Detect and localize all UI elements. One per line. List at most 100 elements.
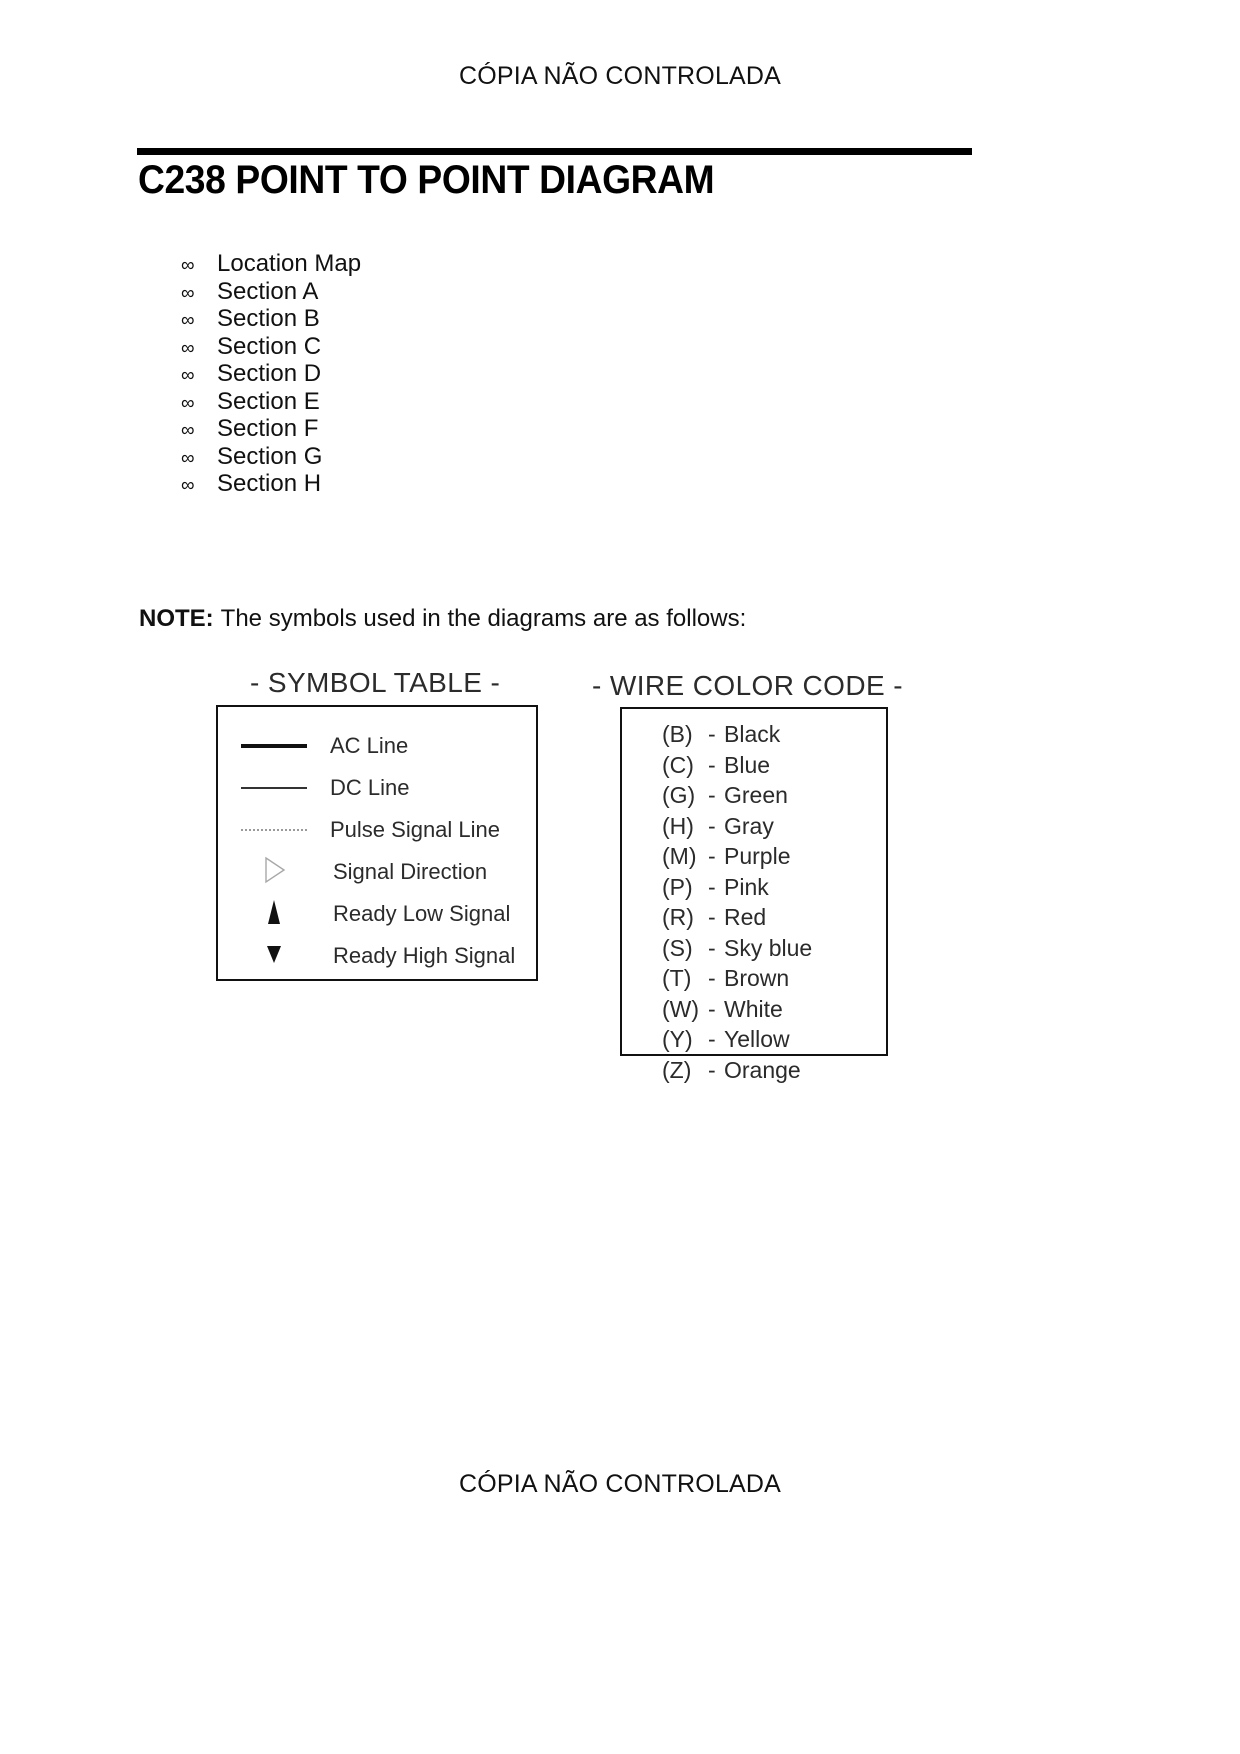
wire-color-dash: - [708,904,716,930]
wire-color-name: Pink [724,873,769,900]
symbol-table-row: Ready High Signal [218,935,536,977]
section-list-item-label: Section G [217,442,323,470]
symbol-table-row: Signal Direction [218,851,536,893]
infinity-bullet-icon: ∞ [181,310,195,331]
wire-color-letter-code: (Y) [662,1026,693,1052]
symbol-table-row-label: Ready High Signal [333,943,516,968]
signal-direction-icon [262,856,286,889]
pulse-signal-line-icon [241,829,307,831]
wire-color-code-row: (G) - Green [662,782,812,813]
wire-color-name: Black [724,721,781,747]
note-line: NOTE: The symbols used in the diagrams ar… [139,605,746,633]
section-list-item-label: Location Map [217,250,362,277]
section-list-item[interactable]: ∞ Section F [181,415,361,443]
infinity-bullet-icon: ∞ [181,420,195,441]
section-list-item[interactable]: ∞ Section B [181,305,361,333]
symbol-glyph-cell [218,899,330,930]
wire-color-code-row: (C) - Blue [662,752,812,783]
section-list-item[interactable]: ∞ Section D [181,360,361,388]
wire-color-dash: - [708,721,716,747]
wire-color-name: Green [724,782,788,808]
page-header-watermark: CÓPIA NÃO CONTROLADA [458,62,782,90]
symbol-table-row-label: Pulse Signal Line [330,817,501,842]
page-title: C238 POINT TO POINT DIAGRAM [138,158,715,202]
symbol-table-row-label: Signal Direction [333,859,488,884]
section-list-item-label: Section F [217,415,319,442]
wire-color-code-row: (T) - Brown [662,965,812,996]
wire-color-name: Blue [724,751,771,778]
wire-color-code-row: (W) - White [662,996,812,1027]
section-list-item-label: Section H [217,470,322,497]
ac-line-icon [241,744,307,748]
page-footer-watermark: CÓPIA NÃO CONTROLADA [458,1470,782,1498]
wire-color-letter-code: (Z) [662,1056,692,1083]
note-text: The symbols used in the diagrams are as … [220,605,747,632]
wire-color-dash: - [708,812,716,839]
infinity-bullet-icon: ∞ [181,447,195,469]
ready-high-signal-icon [264,943,284,970]
section-list-item[interactable]: ∞ Section C [181,333,361,361]
wire-color-letter-code: (R) [662,904,694,930]
symbol-table-row: DC Line [218,767,536,809]
dc-line-icon [241,787,307,789]
wire-color-name: White [724,995,783,1022]
wire-color-dash: - [708,965,716,991]
wire-color-letter-code: (C) [662,751,694,778]
wire-color-code-row: (Z) - Orange [662,1057,812,1088]
wire-color-letter-code: (S) [662,934,693,961]
infinity-bullet-icon: ∞ [181,392,195,414]
wire-color-name: Gray [724,812,774,839]
wire-color-dash: - [708,751,716,778]
wire-color-letter-code: (B) [662,721,693,747]
section-list-item[interactable]: ∞ Section A [181,278,361,306]
section-list-item-label: Section D [217,360,322,387]
wire-color-code-row: (S) - Sky blue [662,935,812,966]
wire-color-letter-code: (G) [662,782,696,808]
symbol-table-heading: - SYMBOL TABLE - [250,667,501,698]
symbol-table-row-label: Ready Low Signal [333,901,511,926]
ready-low-signal-icon [265,899,283,930]
document-page: CÓPIA NÃO CONTROLADA C238 POINT TO POINT… [0,0,1240,1754]
wire-color-dash: - [708,843,716,869]
wire-color-name: Red [724,904,767,930]
section-list-item[interactable]: ∞ Section H [181,470,361,498]
symbol-table-row: Pulse Signal Line [218,809,536,851]
wire-color-name: Yellow [724,1026,790,1052]
wire-color-name: Sky blue [724,934,813,961]
symbol-glyph-cell [218,787,330,789]
wire-color-dash: - [708,782,716,808]
section-list-item[interactable]: ∞ Section E [181,388,361,416]
wire-color-dash: - [708,1026,716,1052]
symbol-table-rows: AC Line DC Line Pulse Signal Line Signal Di… [218,725,536,977]
section-list-item-label: Section E [217,387,320,415]
wire-color-code-row: (B) - Black [662,721,812,752]
symbol-glyph-cell [218,744,330,748]
wire-color-letter-code: (W) [662,995,700,1022]
note-keyword: NOTE: [139,605,214,632]
symbol-glyph-cell [218,856,330,889]
wire-color-code-row: (Y) - Yellow [662,1026,812,1057]
wire-color-dash: - [708,995,716,1022]
section-list-item-label: Section A [217,277,319,305]
wire-color-letter-code: (H) [662,812,694,839]
wire-color-code-row: (H) - Gray [662,813,812,844]
section-list-item-label: Section C [217,332,322,360]
wire-color-name: Brown [724,965,790,991]
title-horizontal-rule [137,148,972,155]
section-list-item[interactable]: ∞ Section G [181,443,361,471]
infinity-bullet-icon: ∞ [181,282,195,304]
symbol-table-row: AC Line [218,725,536,767]
infinity-bullet-icon: ∞ [181,255,195,276]
wire-color-code-row: (R) - Red [662,904,812,935]
symbol-glyph-cell [218,943,330,970]
wire-color-name: Orange [724,1056,801,1083]
wire-color-letter-code: (T) [662,965,692,991]
wire-color-code-row: (P) - Pink [662,874,812,905]
infinity-bullet-icon: ∞ [181,337,195,359]
wire-color-letter-code: (M) [662,843,697,869]
wire-color-name: Purple [724,843,791,869]
section-list-item[interactable]: ∞ Location Map [181,250,361,278]
section-list: ∞ Location Map ∞ Section A ∞ Section B ∞ Sectio… [181,250,361,498]
section-list-item-label: Section B [217,305,320,332]
wire-color-code-row: (M) - Purple [662,843,812,874]
